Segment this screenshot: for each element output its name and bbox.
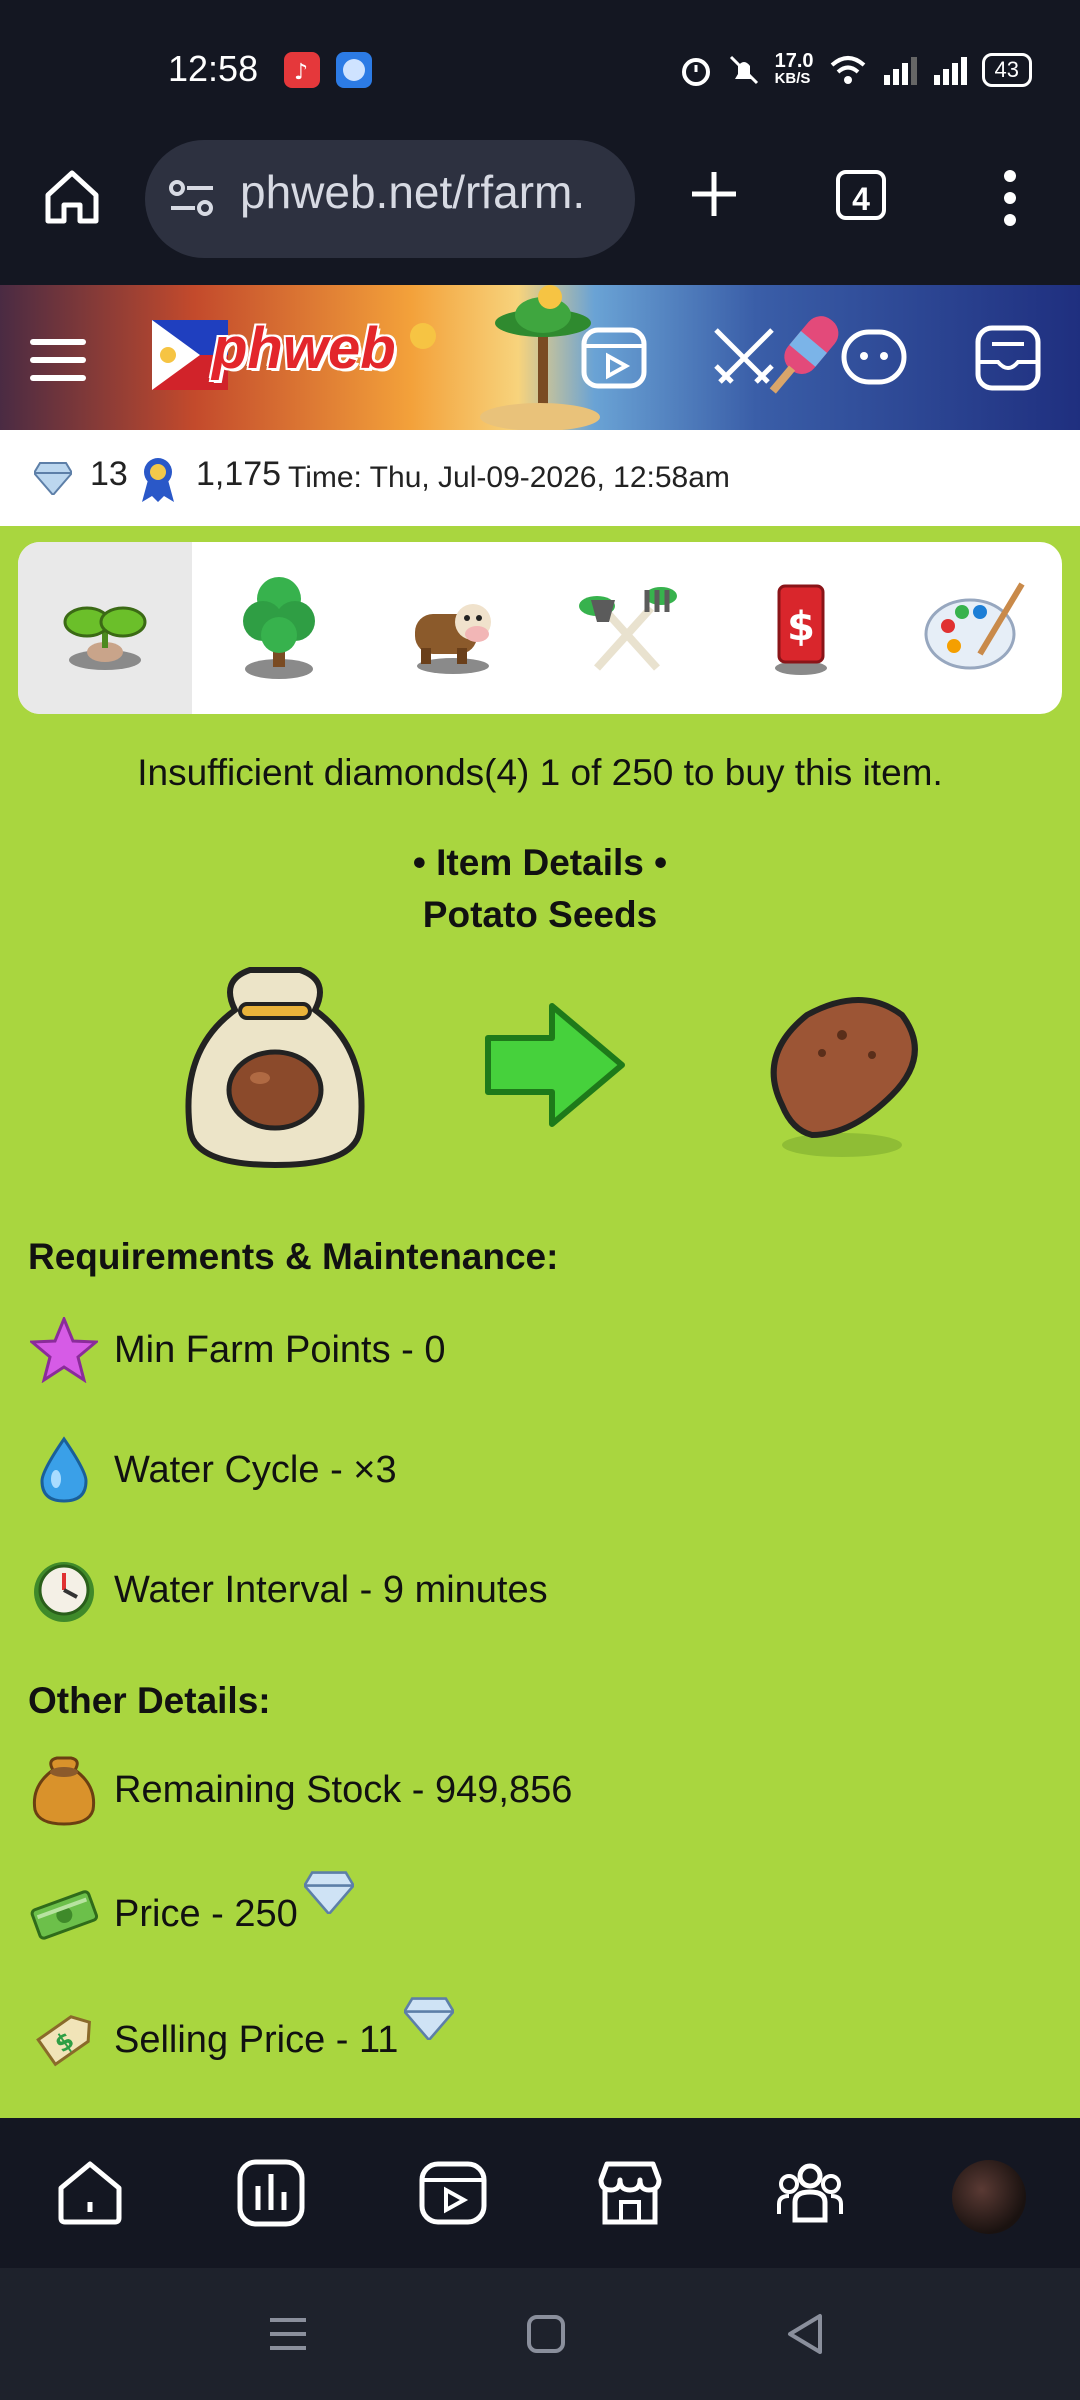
url-text[interactable]: phweb.net/rfarm. [240,165,620,219]
signal-icon-2 [933,57,967,85]
price: Price - 250 [114,1892,298,1935]
tab-animals[interactable] [366,542,540,714]
nav-stats-icon[interactable] [236,2158,306,2228]
server-time: Time: Thu, Jul-09-2026, 12:58am [288,461,730,494]
tree-icon [243,577,315,679]
seed-bag-icon [185,967,365,1169]
diamond-count: 13 [90,455,128,493]
requirement-row: Water Cycle - ×3 [28,1432,397,1508]
star-icon [30,1317,98,1383]
dollar-card-icon: $ [775,584,827,675]
site-logo[interactable]: phweb [212,315,396,382]
browser-app-icon [336,52,372,88]
diamond-icon [34,462,72,495]
nav-video-icon[interactable] [418,2158,488,2228]
alarm-icon [681,58,710,86]
arrow-right-icon [485,1003,625,1127]
water-interval: Water Interval - 9 minutes [114,1568,548,1611]
item-details-title: • Item Details • [412,842,668,883]
water-drop-icon [40,1436,88,1503]
new-tab-icon[interactable] [686,166,742,222]
tab-decor[interactable] [888,542,1062,714]
item-name: Potato Seeds [422,894,658,935]
min-farm-points: Min Farm Points - 0 [114,1328,446,1371]
potato-icon [770,997,918,1157]
requirement-row: Water Interval - 9 minutes [28,1552,548,1628]
status-time: 12:58 [168,48,259,89]
more-menu-icon[interactable] [1000,168,1020,228]
nav-groups-icon[interactable] [775,2158,845,2228]
net-speed-value: 17.0 [774,50,814,72]
category-tabs: $ [18,542,1062,714]
ribbon-award-icon [142,458,174,502]
bottom-navigation [0,2118,1080,2268]
points-count: 1,175 [196,455,282,493]
requirements-heading: Requirements & Maintenance: [28,1236,559,1277]
mute-bell-icon [729,55,758,85]
svg-text:$: $ [787,604,815,650]
other-details-heading: Other Details: [28,1680,271,1721]
diamond-icon [404,1997,455,2040]
hamburger-menu-icon[interactable] [30,335,94,387]
insufficient-diamonds-message: Insufficient diamonds(4) 1 of 250 to buy… [137,752,943,793]
home-icon[interactable] [40,165,104,229]
battery-indicator: 43 [981,53,1032,87]
net-speed: 17.0 KB/S [774,50,814,88]
recent-apps-icon[interactable] [268,2314,308,2354]
tab-tools[interactable] [540,542,714,714]
detail-row: Price - 250 [28,1871,354,1952]
diamond-icon [303,1871,354,1914]
tab-count-button[interactable]: 4 [836,170,886,220]
remaining-stock: Remaining Stock - 949,856 [114,1768,573,1811]
tab-trees[interactable] [192,542,366,714]
back-nav-icon[interactable] [784,2312,826,2356]
sprout-icon [63,606,147,670]
reels-icon[interactable] [578,322,650,394]
tab-seeds[interactable] [18,542,192,714]
home-nav-icon[interactable] [526,2314,566,2354]
wifi-icon [830,56,865,84]
detail-row: Remaining Stock - 949,856 [28,1752,572,1828]
signal-icon [883,57,917,85]
game-controller-icon[interactable] [838,322,910,394]
selling-price: Selling Price - 11 [114,2018,399,2061]
price-tag-icon: $ [36,2015,91,2067]
palette-icon [924,582,1025,670]
music-app-icon: ♪ [284,52,320,88]
tab-shop[interactable]: $ [714,542,888,714]
system-icons: 17.0 KB/S 43 [679,50,1032,90]
cash-icon [30,1890,99,1940]
nav-shop-icon[interactable] [595,2158,665,2228]
net-speed-unit: KB/S [774,70,811,87]
sun-icon [410,323,436,349]
profile-avatar[interactable] [952,2160,1026,2234]
svg-text:♪: ♪ [294,60,308,85]
site-settings-icon[interactable] [167,176,217,220]
detail-row: $ Selling Price - 11 [28,1997,455,2078]
cow-icon [415,604,491,674]
nav-home-icon[interactable] [55,2158,125,2228]
shovel-fork-icon [579,587,677,671]
money-bag-icon [32,1756,96,1826]
clock-icon [34,1562,94,1622]
water-cycle: Water Cycle - ×3 [114,1448,397,1491]
inbox-icon[interactable] [972,322,1044,394]
requirement-row: Min Farm Points - 0 [28,1312,446,1388]
